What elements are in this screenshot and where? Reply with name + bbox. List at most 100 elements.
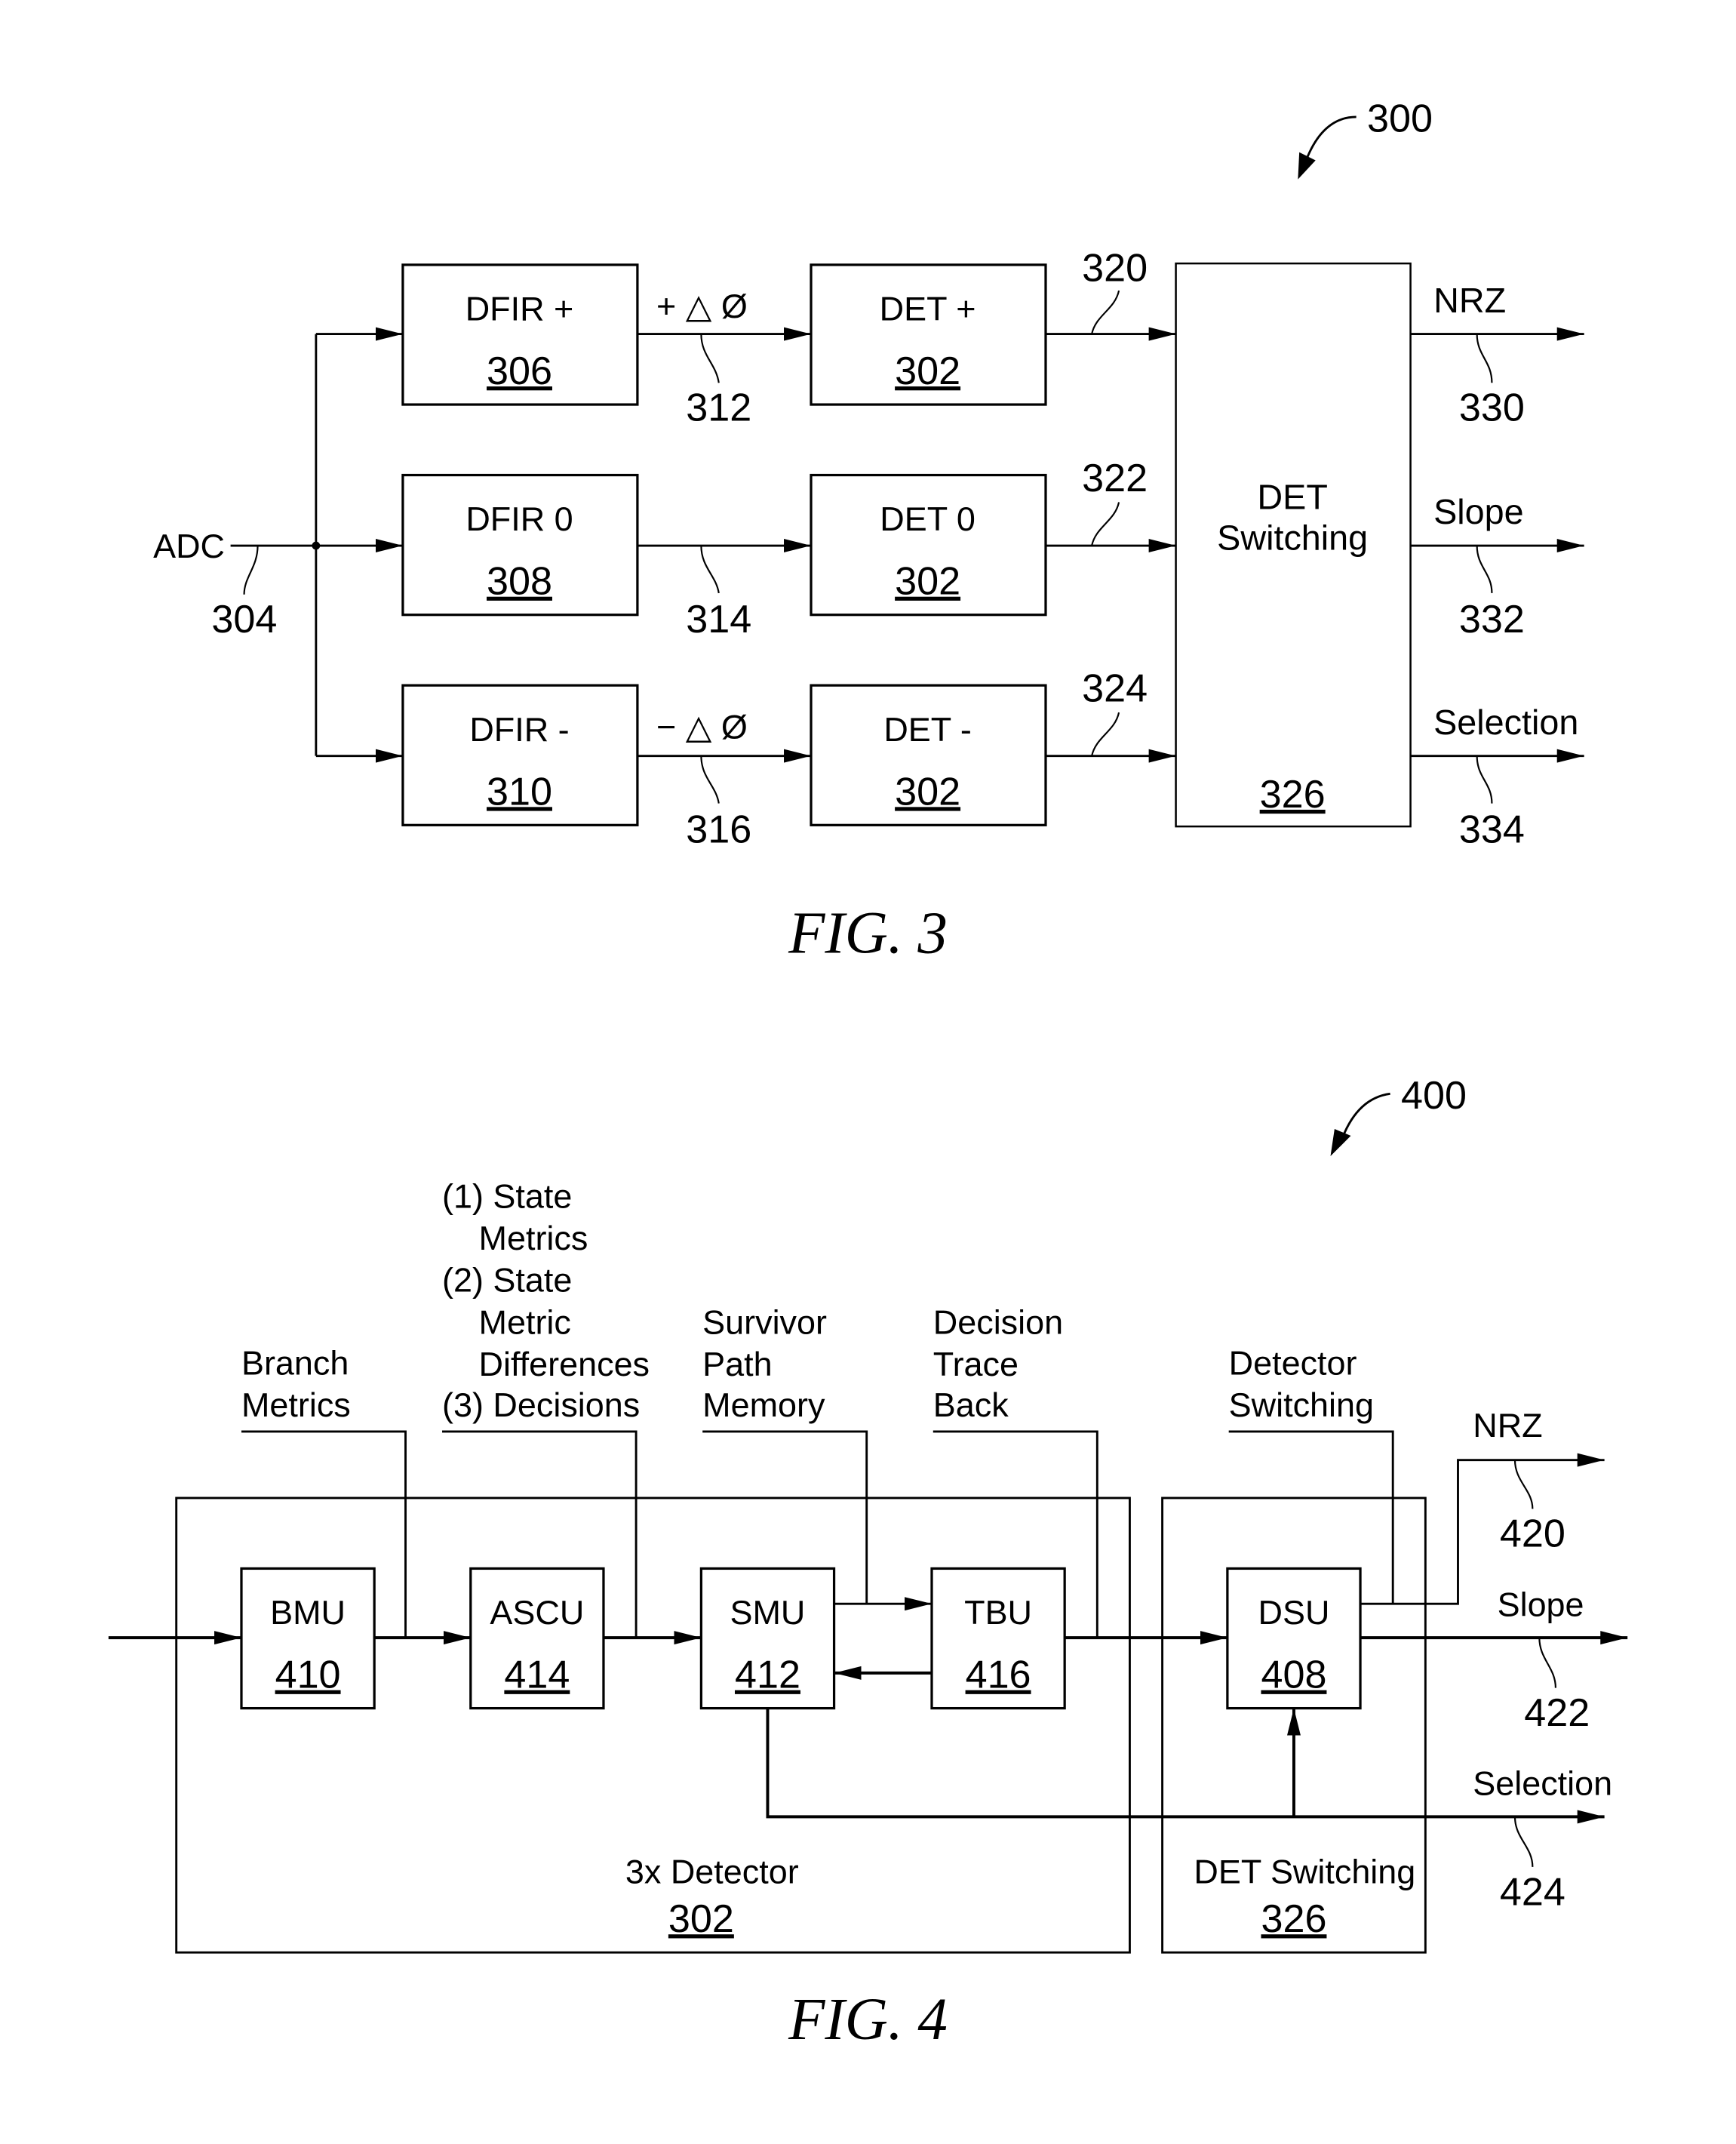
det-switching-block[interactable]: DET Switching 326 [1175,262,1412,828]
leader-422 [1538,1638,1556,1688]
leader-314 [700,546,720,594]
leader-312 [700,334,720,383]
det-switching-ref: 326 [1260,773,1326,817]
callout-line: Branch [241,1343,349,1382]
leader-322 [1091,502,1120,546]
dfir-zero-block[interactable]: DFIR 0 308 [401,473,639,617]
callout-line: Memory [702,1386,825,1424]
callout-line: (3) Decisions [442,1386,640,1424]
adc-ref: 304 [211,598,277,641]
det-plus-ref: 302 [895,349,960,393]
ref-316: 316 [686,808,751,852]
phase-plus-label: + △ Ø [656,287,748,325]
callout-detector-switching: Detector Switching [1229,1343,1394,1604]
adc-label: ADC [153,527,225,565]
ref-320: 320 [1082,246,1148,290]
callout-line: Decision [933,1303,1063,1341]
ref-312: 312 [686,386,751,430]
det-zero-name: DET 0 [880,500,976,538]
figure-ref-leader [1341,1092,1390,1138]
det-switching-line1: DET [1257,477,1327,516]
dsu-ref: 408 [1261,1653,1326,1697]
bmu-name: BMU [270,1593,346,1632]
leader-316 [700,755,720,804]
leader-320 [1091,290,1120,334]
output-selection-label: Selection [1433,703,1578,742]
output-slope-label: Slope [1433,492,1524,531]
figure-4: 400 3x Detector 302 DET Switching 326 Br… [108,1074,1628,2053]
ref-330: 330 [1459,386,1525,430]
det-plus-name: DET + [880,290,976,328]
leader-334 [1476,755,1493,804]
bmu-ref: 410 [275,1653,341,1697]
det-minus-ref: 302 [895,770,960,814]
det-minus-block[interactable]: DET - 302 [810,684,1047,826]
figure-ref-arrowhead [1330,1129,1351,1156]
smu-name: SMU [730,1593,806,1632]
figure-ref-label: 300 [1367,97,1433,141]
figure-3: 300 ADC 304 DFIR + 306 DFIR 0 308 DFIR -… [153,97,1584,966]
ref-314: 314 [686,598,751,641]
ref-420: 420 [1500,1512,1565,1556]
dfir-zero-ref: 308 [487,560,552,604]
figure-3-caption: FIG. 3 [788,900,948,966]
dfir-minus-name: DFIR - [469,710,569,749]
smu-ref: 412 [735,1653,800,1697]
patent-drawing-sheet: 300 ADC 304 DFIR + 306 DFIR 0 308 DFIR -… [108,97,1628,2053]
det-zero-block[interactable]: DET 0 302 [810,473,1047,617]
dsu-block[interactable]: DSU 408 [1226,1567,1362,1710]
dfir-plus-name: DFIR + [465,290,574,328]
ascu-ref: 414 [504,1653,570,1697]
det-plus-block[interactable]: DET + 302 [810,263,1047,406]
callout-line: Metrics [241,1386,351,1424]
ref-322: 322 [1082,457,1148,500]
ref-334: 334 [1459,808,1525,852]
output-slope-label: Slope [1498,1585,1584,1623]
callout-line: Path [702,1345,772,1383]
figure-ref-label: 400 [1401,1074,1467,1118]
leader-420 [1513,1460,1534,1509]
dfir-minus-ref: 310 [487,770,552,814]
switching-group-ref: 326 [1261,1897,1326,1941]
switching-group-label: DET Switching [1194,1852,1415,1890]
output-nrz-line [1360,1453,1605,1605]
callout-line: (2) State [442,1261,572,1300]
callout-line: Differences [479,1345,650,1383]
dfir-zero-name: DFIR 0 [465,500,573,538]
detector-group-label: 3x Detector [625,1852,799,1890]
detector-group-box[interactable]: 3x Detector 302 [175,1496,1131,1954]
ref-332: 332 [1459,598,1525,641]
ascu-name: ASCU [490,1593,584,1632]
output-selection-label: Selection [1473,1764,1612,1803]
callout-line: (1) State [442,1177,572,1215]
callout-line: Switching [1229,1386,1374,1424]
det-switching-line2: Switching [1217,518,1368,557]
tbu-ref: 416 [966,1653,1031,1697]
ref-424: 424 [1500,1870,1565,1914]
ascu-block[interactable]: ASCU 414 [469,1567,605,1710]
figure-ref-300: 300 [1298,97,1433,180]
det-zero-ref: 302 [895,560,960,604]
callout-survivor-path: Survivor Path Memory [702,1303,868,1604]
dfir-plus-ref: 306 [487,349,552,393]
dsu-name: DSU [1258,1593,1330,1632]
detector-group-ref: 302 [668,1897,734,1941]
dfir-minus-block[interactable]: DFIR - 310 [401,684,639,826]
tbu-block[interactable]: TBU 416 [930,1567,1066,1710]
leader-332 [1476,546,1493,593]
ref-422: 422 [1524,1691,1590,1735]
callout-line: Metric [479,1303,571,1341]
phase-minus-label: − △ Ø [656,707,748,746]
det-minus-name: DET - [883,710,972,749]
tbu-name: TBU [964,1593,1032,1632]
figure-ref-400: 400 [1330,1074,1467,1156]
smu-block[interactable]: SMU 412 [699,1567,836,1710]
ref-324: 324 [1082,667,1148,711]
dfir-plus-block[interactable]: DFIR + 306 [401,263,639,406]
callout-line: Metrics [479,1219,588,1257]
figure-4-caption: FIG. 4 [788,1987,948,2053]
leader-324 [1091,712,1120,756]
bmu-block[interactable]: BMU 410 [240,1567,376,1710]
output-nrz-label: NRZ [1473,1406,1542,1444]
adc-leader [243,546,259,595]
